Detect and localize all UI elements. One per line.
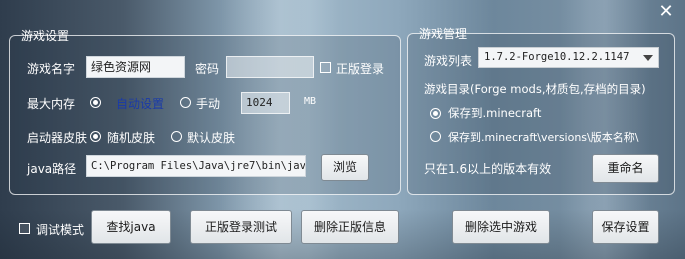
random-skin-radio[interactable] bbox=[90, 131, 101, 142]
chevron-down-icon bbox=[643, 55, 653, 61]
game-list-label: 游戏列表 bbox=[424, 54, 473, 68]
game-list-selected: 1.7.2-Forge10.12.2.1147 bbox=[484, 51, 630, 63]
browse-button[interactable]: 浏览 bbox=[321, 154, 369, 181]
password-label: 密码 bbox=[195, 62, 220, 76]
game-settings-title: 游戏设置 bbox=[21, 29, 70, 43]
rename-button[interactable]: 重命名 bbox=[592, 154, 659, 183]
game-list-dropdown[interactable]: 1.7.2-Forge10.12.2.1147 bbox=[478, 47, 659, 68]
manual-label: 手动 bbox=[196, 97, 221, 111]
memory-unit: MB bbox=[304, 96, 317, 107]
delete-selected-game-button[interactable]: 删除选中游戏 bbox=[452, 210, 550, 244]
game-dir-label: 游戏目录(Forge mods,材质包,存档的目录) bbox=[424, 82, 646, 96]
java-path-input[interactable]: C:\Program Files\Java\jre7\bin\javaw bbox=[86, 155, 306, 177]
close-icon[interactable]: ✕ bbox=[653, 2, 679, 22]
save-versions-label: 保存到.minecraft\versions\版本名称\ bbox=[448, 131, 639, 144]
random-skin-label: 随机皮肤 bbox=[107, 131, 156, 145]
default-skin-label: 默认皮肤 bbox=[187, 131, 236, 145]
premium-login-checkbox[interactable] bbox=[320, 62, 331, 73]
max-memory-label: 最大内存 bbox=[27, 97, 76, 111]
debug-mode-checkbox[interactable] bbox=[19, 223, 30, 234]
debug-mode-label: 调试模式 bbox=[36, 223, 85, 237]
game-management-title: 游戏管理 bbox=[419, 27, 468, 41]
password-input[interactable] bbox=[226, 56, 314, 78]
manual-memory-radio[interactable] bbox=[180, 97, 191, 108]
memory-input[interactable]: 1024 bbox=[241, 92, 290, 114]
save-versions-radio[interactable] bbox=[430, 131, 441, 142]
launcher-skin-label: 启动器皮肤 bbox=[27, 131, 88, 145]
save-minecraft-radio[interactable] bbox=[430, 108, 441, 119]
auto-memory-radio[interactable] bbox=[90, 97, 101, 108]
premium-login-label: 正版登录 bbox=[336, 62, 385, 76]
find-java-button[interactable]: 查找java bbox=[91, 210, 171, 244]
version-note: 只在1.6以上的版本有效 bbox=[424, 162, 552, 176]
auto-setting-label: 自动设置 bbox=[116, 97, 165, 111]
java-path-label: java路径 bbox=[27, 162, 77, 176]
default-skin-radio[interactable] bbox=[171, 131, 182, 142]
game-name-input[interactable]: 绿色资源网 bbox=[86, 56, 185, 78]
delete-premium-info-button[interactable]: 删除正版信息 bbox=[301, 210, 399, 244]
save-settings-button[interactable]: 保存设置 bbox=[592, 210, 659, 244]
game-name-label: 游戏名字 bbox=[27, 62, 76, 76]
save-minecraft-label: 保存到.minecraft bbox=[448, 106, 542, 120]
premium-login-test-button[interactable]: 正版登录测试 bbox=[190, 210, 292, 244]
